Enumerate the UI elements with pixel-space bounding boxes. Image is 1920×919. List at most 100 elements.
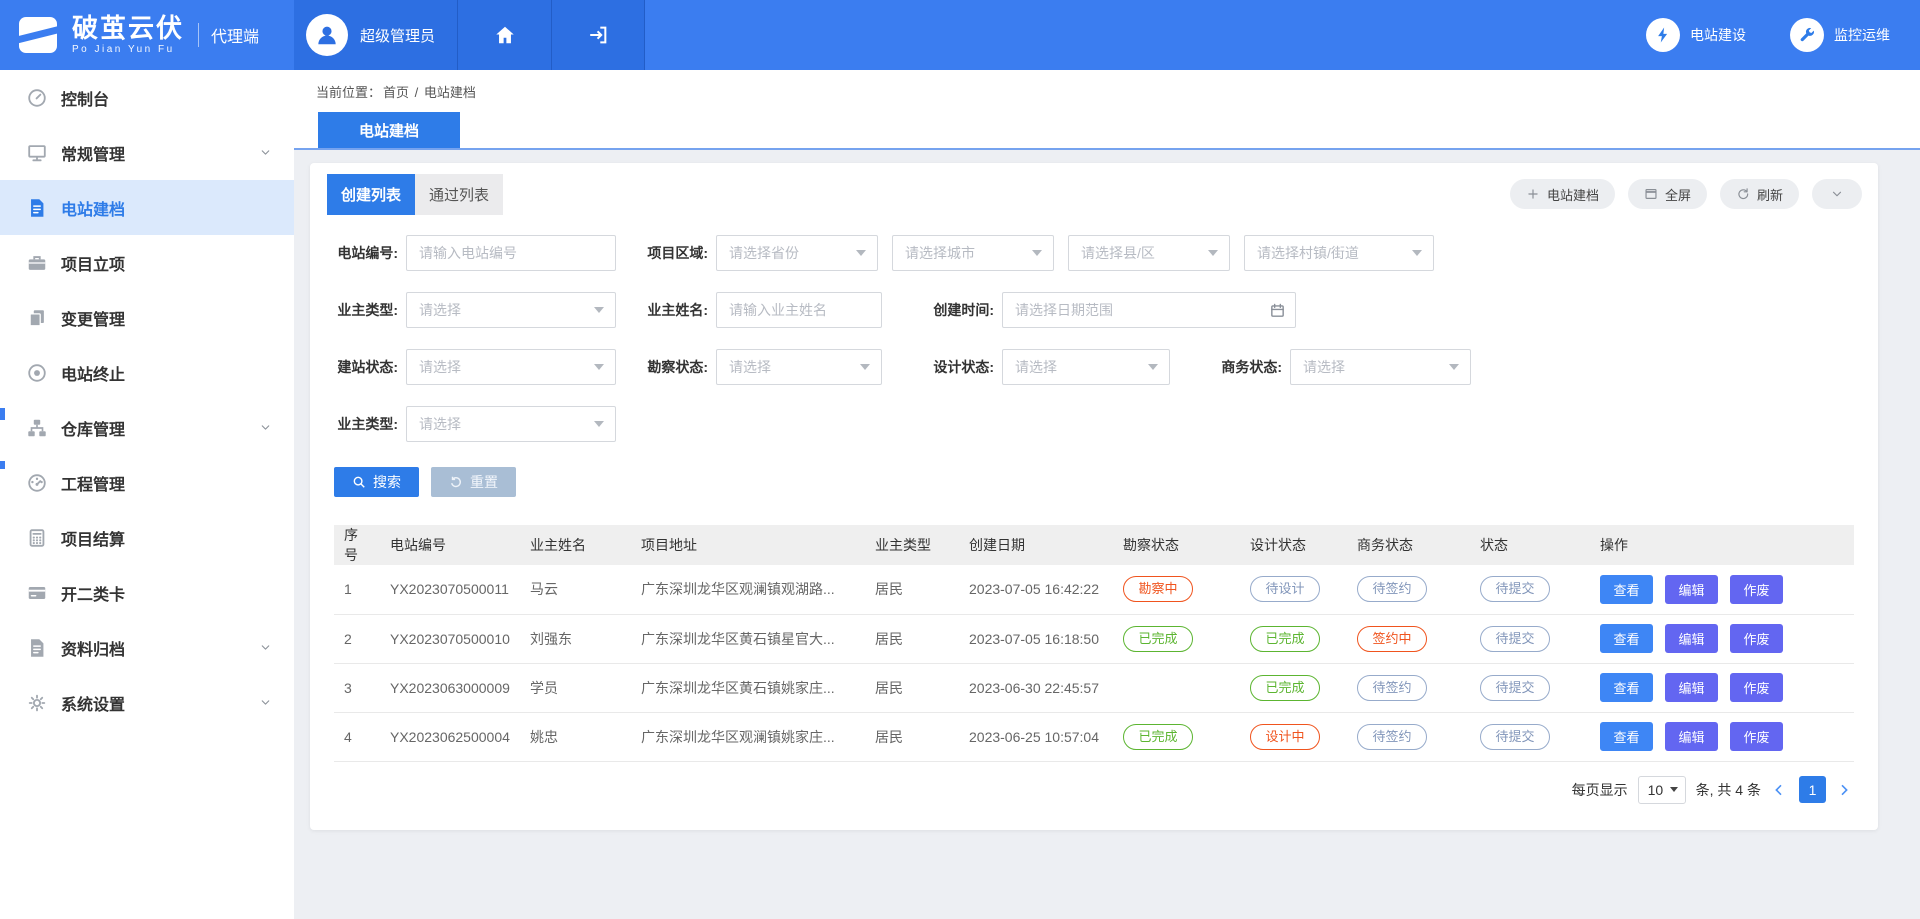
lightning-icon — [1654, 26, 1672, 44]
reset-button[interactable]: 重置 — [431, 467, 516, 497]
filter-select[interactable] — [716, 349, 882, 385]
app-root: 破茧云伏 Po Jian Yun Fu 代理端 超级管理员 电站建设监控运维 控… — [0, 0, 1920, 919]
select-value[interactable] — [1003, 350, 1169, 384]
view-button[interactable]: 查看 — [1600, 624, 1653, 653]
filter-input[interactable] — [716, 292, 882, 328]
create-archive-button[interactable]: 电站建档 — [1510, 179, 1615, 209]
plus-icon — [1526, 187, 1540, 201]
sidebar-item-label: 项目结算 — [61, 526, 125, 550]
select-value[interactable] — [407, 407, 615, 441]
select-value[interactable] — [1245, 236, 1433, 270]
select-value[interactable] — [407, 293, 615, 327]
filter-input[interactable] — [406, 235, 616, 271]
per-page-select[interactable]: 10 — [1638, 776, 1686, 804]
filter-field — [1244, 235, 1434, 271]
cell-status: 待提交 — [1470, 565, 1590, 614]
sidebar-item-1[interactable]: 常规管理 — [0, 125, 294, 180]
filter-select[interactable] — [406, 406, 616, 442]
filter-field: 建站状态: — [334, 349, 616, 385]
edit-button[interactable]: 编辑 — [1665, 575, 1718, 604]
table-header-row: 序号电站编号业主姓名项目地址业主类型创建日期勘察状态设计状态商务状态状态操作 — [334, 525, 1854, 565]
edit-button[interactable]: 编辑 — [1665, 722, 1718, 751]
fullscreen-icon — [1644, 187, 1658, 201]
select-value[interactable] — [1069, 236, 1229, 270]
cell-owner: 刘强东 — [520, 614, 631, 663]
filter-label: 业主姓名: — [636, 300, 708, 320]
home-button[interactable] — [457, 0, 551, 70]
filter-select[interactable] — [1068, 235, 1230, 271]
sidebar-item-label: 仓库管理 — [61, 416, 125, 440]
text-input[interactable] — [407, 236, 615, 270]
quick-nav-build[interactable]: 电站建设 — [1646, 18, 1746, 52]
sidebar-item-5[interactable]: 电站终止 — [0, 345, 294, 400]
cell-address: 广东深圳龙华区黄石镇星官大... — [631, 614, 865, 663]
sidebar-item-3[interactable]: 项目立项 — [0, 235, 294, 290]
void-button[interactable]: 作废 — [1730, 575, 1783, 604]
select-value[interactable] — [717, 350, 881, 384]
next-page-button[interactable] — [1836, 781, 1854, 799]
search-button[interactable]: 搜索 — [334, 467, 419, 497]
user-block[interactable]: 超级管理员 — [294, 0, 457, 70]
sidebar-item-10[interactable]: 资料归档 — [0, 620, 294, 675]
sidebar-item-6[interactable]: 仓库管理 — [0, 400, 294, 455]
refresh-button[interactable]: 刷新 — [1720, 179, 1799, 209]
sidebar-item-11[interactable]: 系统设置 — [0, 675, 294, 730]
select-value[interactable] — [407, 350, 615, 384]
page-number-button[interactable]: 1 — [1799, 776, 1826, 803]
filter-select[interactable] — [1244, 235, 1434, 271]
filter-select[interactable] — [892, 235, 1054, 271]
brand-name-en: Po Jian Yun Fu — [72, 45, 184, 55]
fullscreen-button[interactable]: 全屏 — [1628, 179, 1707, 209]
cell-status: 待提交 — [1470, 712, 1590, 761]
date-range-input[interactable] — [1002, 292, 1296, 328]
cell-owner_type: 居民 — [865, 565, 959, 614]
column-header: 操作 — [1590, 525, 1854, 565]
user-avatar[interactable] — [306, 14, 348, 56]
page-tab-power-station-archive[interactable]: 电站建档 — [318, 112, 460, 148]
void-button[interactable]: 作废 — [1730, 673, 1783, 702]
filter-label: 电站编号: — [334, 243, 398, 263]
sidebar-item-7[interactable]: 工程管理 — [0, 455, 294, 510]
status-badge: 已完成 — [1123, 626, 1193, 652]
logout-button[interactable] — [551, 0, 645, 70]
filter-select[interactable] — [1290, 349, 1471, 385]
chevron-down-icon — [1830, 187, 1844, 201]
quick-nav-monitor[interactable]: 监控运维 — [1790, 18, 1890, 52]
sidebar-item-0[interactable]: 控制台 — [0, 70, 294, 125]
cell-code: YX2023070500011 — [380, 565, 520, 614]
collapse-button[interactable] — [1812, 179, 1862, 209]
breadcrumb: 当前位置：首页 / 电站建档 — [316, 82, 478, 101]
select-value[interactable] — [893, 236, 1053, 270]
cell-address: 广东深圳龙华区观澜镇姚家庄... — [631, 712, 865, 761]
status-badge: 待提交 — [1480, 626, 1550, 652]
text-input[interactable] — [1003, 293, 1295, 327]
edit-button[interactable]: 编辑 — [1665, 673, 1718, 702]
select-value[interactable] — [717, 236, 877, 270]
filter-select[interactable] — [406, 349, 616, 385]
sidebar-item-9[interactable]: 开二类卡 — [0, 565, 294, 620]
column-header: 电站编号 — [380, 525, 520, 565]
view-button[interactable]: 查看 — [1600, 673, 1653, 702]
void-button[interactable]: 作废 — [1730, 722, 1783, 751]
sidebar-item-4[interactable]: 变更管理 — [0, 290, 294, 345]
breadcrumb-home[interactable]: 首页 — [383, 85, 409, 100]
void-button[interactable]: 作废 — [1730, 624, 1783, 653]
cell-seq: 1 — [334, 565, 380, 614]
sidebar-item-2[interactable]: 电站建档 — [0, 180, 294, 235]
text-input[interactable] — [717, 293, 881, 327]
view-button[interactable]: 查看 — [1600, 575, 1653, 604]
wrench-icon — [1798, 26, 1816, 44]
brand-name: 破茧云伏 — [72, 15, 184, 41]
filter-select[interactable] — [1002, 349, 1170, 385]
cell-business: 签约中 — [1347, 614, 1470, 663]
prev-page-button[interactable] — [1771, 781, 1789, 799]
sidebar-item-8[interactable]: 项目结算 — [0, 510, 294, 565]
select-value[interactable] — [1291, 350, 1470, 384]
panel-head: 创建列表通过列表 电站建档全屏刷新 — [310, 163, 1878, 215]
filter-select[interactable] — [716, 235, 878, 271]
filter-select[interactable] — [406, 292, 616, 328]
list-tab-0[interactable]: 创建列表 — [327, 174, 415, 215]
view-button[interactable]: 查看 — [1600, 722, 1653, 751]
edit-button[interactable]: 编辑 — [1665, 624, 1718, 653]
list-tab-1[interactable]: 通过列表 — [415, 174, 503, 215]
